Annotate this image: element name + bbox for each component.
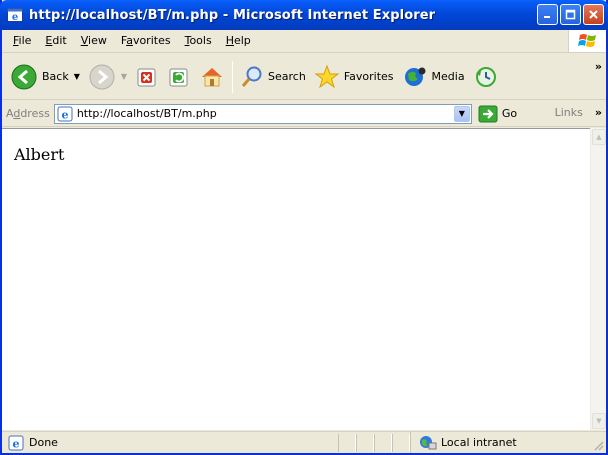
links-label: Links [554,106,583,119]
status-pane [374,433,392,452]
ie-icon: e [7,7,23,23]
favorites-star-icon [314,64,340,88]
page-text: Albert [14,145,65,164]
search-label: Search [268,70,306,83]
forward-arrow-icon [89,64,115,89]
svg-text:e: e [12,12,18,23]
go-label: Go [501,107,518,120]
menu-help[interactable]: Help [219,32,258,50]
go-arrow-icon [478,105,498,122]
stop-icon [137,68,156,86]
menu-view[interactable]: View [74,32,114,50]
address-dropdown-icon[interactable]: ▼ [453,105,470,122]
status-bar: e Done Local intranet [2,431,606,453]
stop-button[interactable] [131,58,163,96]
go-button[interactable]: Go [478,105,517,123]
back-dropdown-icon[interactable]: ▼ [74,72,80,81]
media-icon [404,67,426,86]
forward-button[interactable]: ▼ [84,58,131,96]
history-button[interactable] [469,58,503,96]
maximize-icon [565,9,576,20]
svg-text:e: e [61,108,68,121]
links-toolbar[interactable]: Links » [555,106,602,119]
page-icon: e [57,106,73,121]
search-icon [241,66,262,87]
forward-dropdown-icon[interactable]: ▼ [121,72,127,81]
maximize-button[interactable] [560,4,581,25]
menu-bar: File Edit View Favorites Tools Help [2,30,606,53]
page-done-icon: e [8,435,24,450]
address-input[interactable]: e http://localhost/BT/m.php ▼ [53,103,472,124]
address-bar: Address e http://localhost/BT/m.php ▼ Go… [2,101,606,127]
vertical-scrollbar[interactable]: ▲ ▼ [590,128,606,430]
back-arrow-icon [11,64,37,89]
status-text: Done [29,436,58,449]
back-button[interactable]: Back ▼ [6,58,84,96]
status-pane [356,433,374,452]
address-label: Address [6,107,50,120]
status-main: e Done [2,432,338,453]
title-bar[interactable]: e http://localhost/BT/m.php - Microsoft … [0,0,608,30]
refresh-icon [169,68,188,86]
windows-flag-icon [568,30,606,52]
toolbar-chevron-icon[interactable]: » [595,60,602,73]
toolbar-separator [232,60,234,93]
browser-window: e http://localhost/BT/m.php - Microsoft … [0,0,608,455]
status-pane [392,433,410,452]
favorites-button[interactable]: Favorites [310,58,398,96]
scroll-down-icon[interactable]: ▼ [592,413,606,429]
home-button[interactable] [195,58,229,96]
address-url: http://localhost/BT/m.php [76,107,217,120]
media-button[interactable]: Media [398,58,469,96]
menu-edit[interactable]: Edit [38,32,73,50]
svg-text:e: e [13,437,20,450]
home-icon [202,67,223,86]
close-icon [589,10,598,19]
page-content: Albert [2,128,590,430]
media-label: Media [431,70,465,83]
back-label: Back [42,70,69,83]
status-pane [338,433,356,452]
minimize-icon [544,16,550,18]
links-chevron-icon: » [594,106,602,119]
close-button[interactable] [583,4,604,25]
zone-text: Local intranet [441,436,517,449]
security-zone[interactable]: Local intranet [410,432,580,453]
menu-favorites[interactable]: Favorites [114,32,178,50]
menu-tools[interactable]: Tools [178,32,219,50]
window-controls [537,4,604,25]
refresh-button[interactable] [163,58,195,96]
window-title: http://localhost/BT/m.php - Microsoft In… [29,7,436,23]
history-icon [475,66,496,87]
minimize-button[interactable] [537,4,558,25]
favorites-label: Favorites [343,70,394,83]
menu-file[interactable]: File [6,32,38,50]
search-button[interactable]: Search [236,58,310,96]
resize-grip-icon[interactable] [592,439,604,451]
scroll-up-icon[interactable]: ▲ [592,129,606,145]
intranet-icon [420,435,437,449]
standard-toolbar: Back ▼ ▼ Search Favorites Media » [2,54,606,100]
